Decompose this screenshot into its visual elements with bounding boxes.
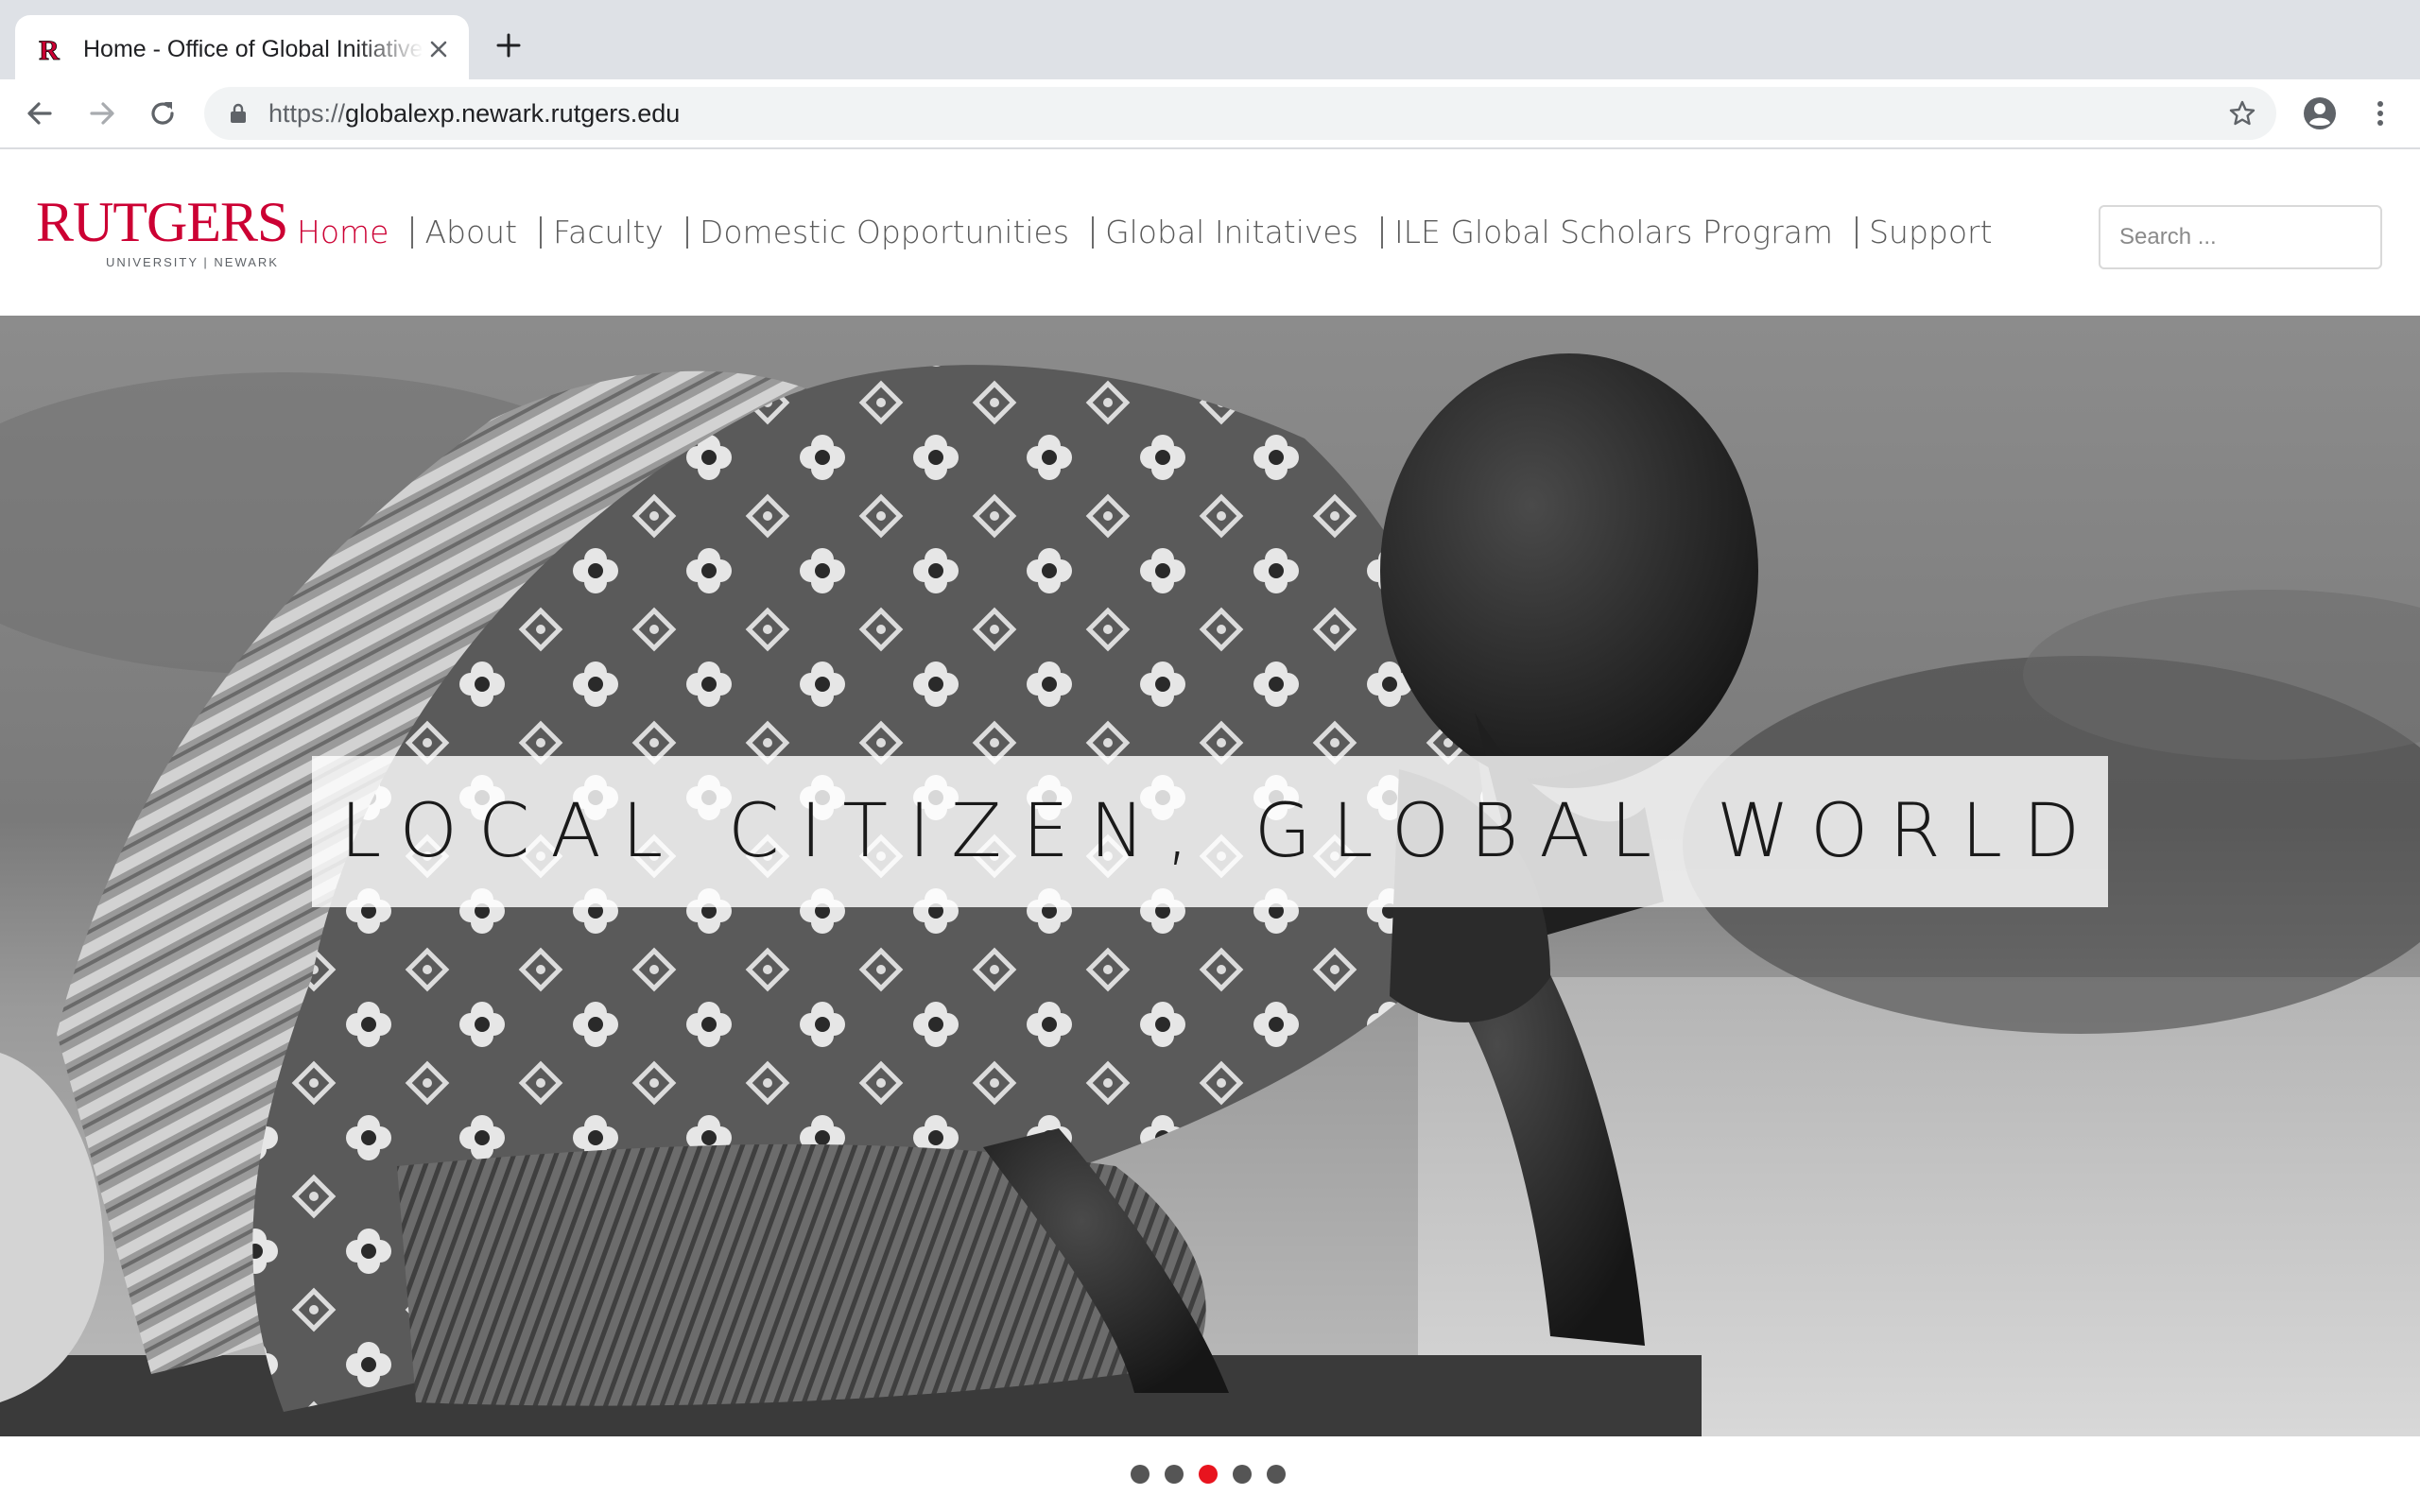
reload-icon[interactable] — [146, 96, 180, 130]
hero-caption: LOCAL CITIZEN, GLOBAL WORLD — [339, 789, 2101, 874]
svg-text:R: R — [39, 35, 60, 64]
nav-divider — [540, 216, 543, 249]
forward-arrow-icon[interactable] — [85, 96, 119, 130]
nav-divider — [1856, 216, 1858, 249]
logo-wordmark: RUTGERS — [36, 191, 288, 253]
tab-title: Home - Office of Global Initiatives — [83, 36, 424, 62]
browser-tabstrip: R Home - Office of Global Initiatives — [0, 0, 2420, 79]
nav-item-support[interactable]: Support — [1833, 212, 1993, 253]
back-arrow-icon[interactable] — [23, 96, 57, 130]
nav-item-domestic-opportunities[interactable]: Domestic Opportunities — [664, 212, 1069, 253]
nav-divider — [1380, 216, 1383, 249]
nav-divider — [685, 216, 688, 249]
nav-item-global-initiatives[interactable]: Global Initatives — [1069, 212, 1358, 253]
nav-link-ile-global-scholars[interactable]: ILE Global Scholars Program — [1394, 212, 1833, 253]
url-host: globalexp.newark.rutgers.edu — [345, 99, 681, 128]
search-input[interactable] — [2099, 205, 2382, 269]
hero-caption-box: LOCAL CITIZEN, GLOBAL WORLD — [312, 756, 2108, 907]
browser-toolbar: https://globalexp.newark.rutgers.edu — [0, 79, 2420, 149]
carousel-dot-5[interactable] — [1267, 1465, 1286, 1484]
profile-icon[interactable] — [2301, 94, 2339, 132]
site-header: RUTGERS UNIVERSITY | NEWARK Home About F… — [0, 149, 2420, 316]
url-text: https://globalexp.newark.rutgers.edu — [268, 87, 680, 140]
carousel-dot-4[interactable] — [1233, 1465, 1252, 1484]
carousel-dot-2[interactable] — [1165, 1465, 1184, 1484]
carousel-dot-1[interactable] — [1131, 1465, 1150, 1484]
logo-subtitle: UNIVERSITY | NEWARK — [106, 255, 279, 269]
nav-link-about[interactable]: About — [424, 212, 517, 253]
hero-slider: LOCAL CITIZEN, GLOBAL WORLD — [0, 316, 2420, 1436]
nav-item-home[interactable]: Home — [297, 212, 389, 253]
close-icon[interactable] — [424, 34, 454, 64]
nav-item-faculty[interactable]: Faculty — [517, 212, 664, 253]
star-icon[interactable] — [2227, 98, 2257, 129]
nav-link-faculty[interactable]: Faculty — [553, 212, 664, 253]
lock-icon[interactable] — [227, 102, 250, 125]
browser-tab[interactable]: R Home - Office of Global Initiatives — [15, 15, 469, 79]
rutgers-r-icon: R — [36, 35, 60, 64]
carousel-dot-3[interactable] — [1199, 1465, 1218, 1484]
nav-link-home[interactable]: Home — [297, 212, 389, 253]
nav-divider — [1092, 216, 1095, 249]
nav-item-about[interactable]: About — [389, 212, 517, 253]
more-vert-icon[interactable] — [2363, 96, 2397, 130]
nav-link-global-initiatives[interactable]: Global Initatives — [1105, 212, 1358, 253]
carousel-dots — [0, 1436, 2420, 1512]
nav-divider — [411, 216, 414, 249]
url-scheme: https:// — [268, 99, 346, 128]
plus-icon[interactable] — [493, 30, 524, 60]
nav-link-support[interactable]: Support — [1869, 212, 1992, 253]
address-bar[interactable]: https://globalexp.newark.rutgers.edu — [204, 87, 2276, 140]
nav-link-domestic-opportunities[interactable]: Domestic Opportunities — [700, 212, 1069, 253]
nav-item-ile-global-scholars[interactable]: ILE Global Scholars Program — [1358, 212, 1833, 253]
main-nav: Home About Faculty Domestic Opportunitie… — [297, 212, 1993, 253]
